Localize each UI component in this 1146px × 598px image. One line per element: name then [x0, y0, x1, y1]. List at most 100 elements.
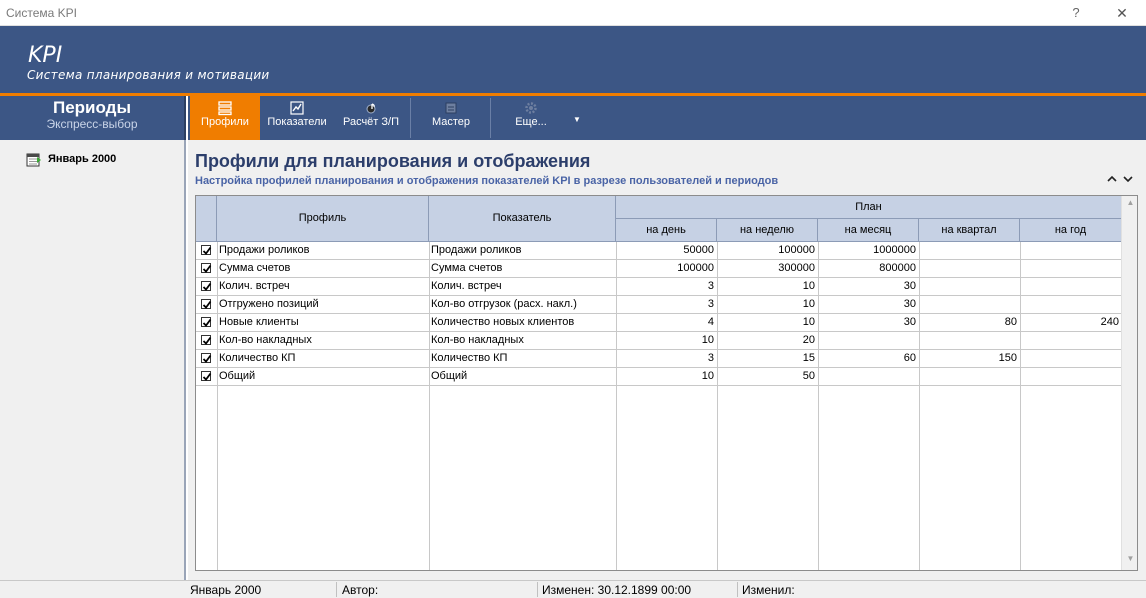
cell-indicator[interactable]: Количество КП	[429, 350, 616, 367]
cell-day[interactable]: 3	[616, 296, 717, 313]
toolbar-wizard-button[interactable]: Мастер	[414, 96, 488, 140]
cell-profile[interactable]: Кол-во накладных	[217, 332, 429, 349]
status-author: Автор:	[342, 583, 379, 597]
status-separator	[737, 582, 738, 597]
row-checkbox[interactable]	[201, 353, 212, 363]
row-checkbox[interactable]	[201, 245, 212, 255]
cell-profile[interactable]: Общий	[217, 368, 429, 385]
main-toolbar: Профили Показатели Расчёт З/П Мастер Еще…	[188, 96, 1146, 140]
cell-indicator[interactable]: Кол-во накладных	[429, 332, 616, 349]
chevron-down-icon[interactable]	[1122, 174, 1134, 184]
cell-month[interactable]	[818, 368, 919, 385]
toolbar-more-button[interactable]: Еще...	[494, 96, 568, 140]
cell-indicator[interactable]: Кол-во отгрузок (расх. накл.)	[429, 296, 616, 313]
scroll-up-icon[interactable]: ▲	[1122, 198, 1137, 210]
grid-vertical-scrollbar[interactable]: ▲ ▼	[1121, 196, 1137, 570]
cell-indicator[interactable]: Сумма счетов	[429, 260, 616, 277]
cell-year[interactable]	[1020, 296, 1122, 313]
grid-header-quarter[interactable]: на квартал	[919, 219, 1020, 242]
toolbar-more-dropdown[interactable]: ▼	[568, 96, 586, 140]
scroll-down-icon[interactable]: ▼	[1122, 554, 1137, 566]
check-icon	[202, 354, 212, 363]
cell-month[interactable]: 30	[818, 296, 919, 313]
periods-panel: Январь 2000	[0, 140, 186, 580]
cell-quarter[interactable]	[919, 296, 1020, 313]
cell-month[interactable]: 30	[818, 314, 919, 331]
toolbar-profiles-button[interactable]: Профили	[190, 96, 260, 140]
row-checkbox[interactable]	[201, 317, 212, 327]
app-subtitle: Система планирования и мотивации	[27, 68, 270, 82]
grid-header-month[interactable]: на месяц	[818, 219, 919, 242]
cell-week[interactable]: 15	[717, 350, 818, 367]
cell-week[interactable]: 300000	[717, 260, 818, 277]
cell-year[interactable]	[1020, 350, 1122, 367]
cell-month[interactable]	[818, 332, 919, 349]
cell-year[interactable]	[1020, 368, 1122, 385]
grid-header-week[interactable]: на неделю	[717, 219, 818, 242]
cell-day[interactable]: 10	[616, 368, 717, 385]
cell-profile[interactable]: Новые клиенты	[217, 314, 429, 331]
grid-header-profile[interactable]: Профиль	[217, 196, 429, 242]
toolbar-salary-calc-button[interactable]: Расчёт З/П	[336, 96, 406, 140]
cell-profile[interactable]: Продажи роликов	[217, 242, 429, 259]
cell-profile[interactable]: Колич. встреч	[217, 278, 429, 295]
grid-header-day[interactable]: на день	[616, 219, 717, 242]
status-modified-by: Изменил:	[742, 583, 795, 597]
row-checkbox[interactable]	[201, 371, 212, 381]
cell-year[interactable]	[1020, 242, 1122, 259]
cell-quarter[interactable]	[919, 242, 1020, 259]
row-checkbox[interactable]	[201, 281, 212, 291]
close-button[interactable]: ✕	[1104, 2, 1140, 24]
cell-year[interactable]	[1020, 278, 1122, 295]
chevron-up-icon[interactable]	[1106, 174, 1118, 184]
cell-week[interactable]: 10	[717, 278, 818, 295]
cell-week[interactable]: 10	[717, 314, 818, 331]
cell-quarter[interactable]: 80	[919, 314, 1020, 331]
toolbar-wizard-label: Мастер	[431, 116, 471, 128]
cell-month[interactable]: 800000	[818, 260, 919, 277]
cell-week[interactable]: 10	[717, 296, 818, 313]
row-checkbox[interactable]	[201, 299, 212, 309]
cell-indicator[interactable]: Количество новых клиентов	[429, 314, 616, 331]
profiles-grid: Профиль Показатель План на день на недел…	[195, 195, 1138, 571]
help-button[interactable]: ?	[1060, 2, 1092, 24]
grid-header-indicator[interactable]: Показатель	[429, 196, 616, 242]
cell-day[interactable]: 3	[616, 278, 717, 295]
row-checkbox[interactable]	[201, 335, 212, 345]
period-item-label: Январь 2000	[48, 153, 117, 165]
cell-profile[interactable]: Сумма счетов	[217, 260, 429, 277]
grid-header-year[interactable]: на год	[1020, 219, 1122, 242]
page-title: Профили для планирования и отображения	[195, 151, 591, 171]
cell-indicator[interactable]: Продажи роликов	[429, 242, 616, 259]
cell-day[interactable]: 4	[616, 314, 717, 331]
gear-icon	[525, 102, 537, 114]
grid-row-line	[196, 385, 1121, 386]
cell-day[interactable]: 100000	[616, 260, 717, 277]
cell-week[interactable]: 50	[717, 368, 818, 385]
cell-quarter[interactable]	[919, 278, 1020, 295]
row-checkbox[interactable]	[201, 263, 212, 273]
periods-express-select[interactable]: Экспресс-выбор	[0, 117, 184, 131]
cell-year[interactable]: 240	[1020, 314, 1122, 331]
cell-month[interactable]: 60	[818, 350, 919, 367]
cell-week[interactable]: 20	[717, 332, 818, 349]
cell-profile[interactable]: Отгружено позиций	[217, 296, 429, 313]
cell-quarter[interactable]	[919, 368, 1020, 385]
cell-indicator[interactable]: Общий	[429, 368, 616, 385]
cell-month[interactable]: 30	[818, 278, 919, 295]
cell-day[interactable]: 3	[616, 350, 717, 367]
cell-indicator[interactable]: Колич. встреч	[429, 278, 616, 295]
calendar-icon	[26, 153, 41, 167]
cell-month[interactable]: 1000000	[818, 242, 919, 259]
cell-profile[interactable]: Количество КП	[217, 350, 429, 367]
cell-quarter[interactable]: 150	[919, 350, 1020, 367]
cell-day[interactable]: 50000	[616, 242, 717, 259]
cell-quarter[interactable]	[919, 260, 1020, 277]
cell-year[interactable]	[1020, 332, 1122, 349]
cell-week[interactable]: 100000	[717, 242, 818, 259]
cell-quarter[interactable]	[919, 332, 1020, 349]
cell-day[interactable]: 10	[616, 332, 717, 349]
cell-year[interactable]	[1020, 260, 1122, 277]
toolbar-indicators-button[interactable]: Показатели	[262, 96, 332, 140]
grid-header-plan: План	[616, 196, 1122, 219]
